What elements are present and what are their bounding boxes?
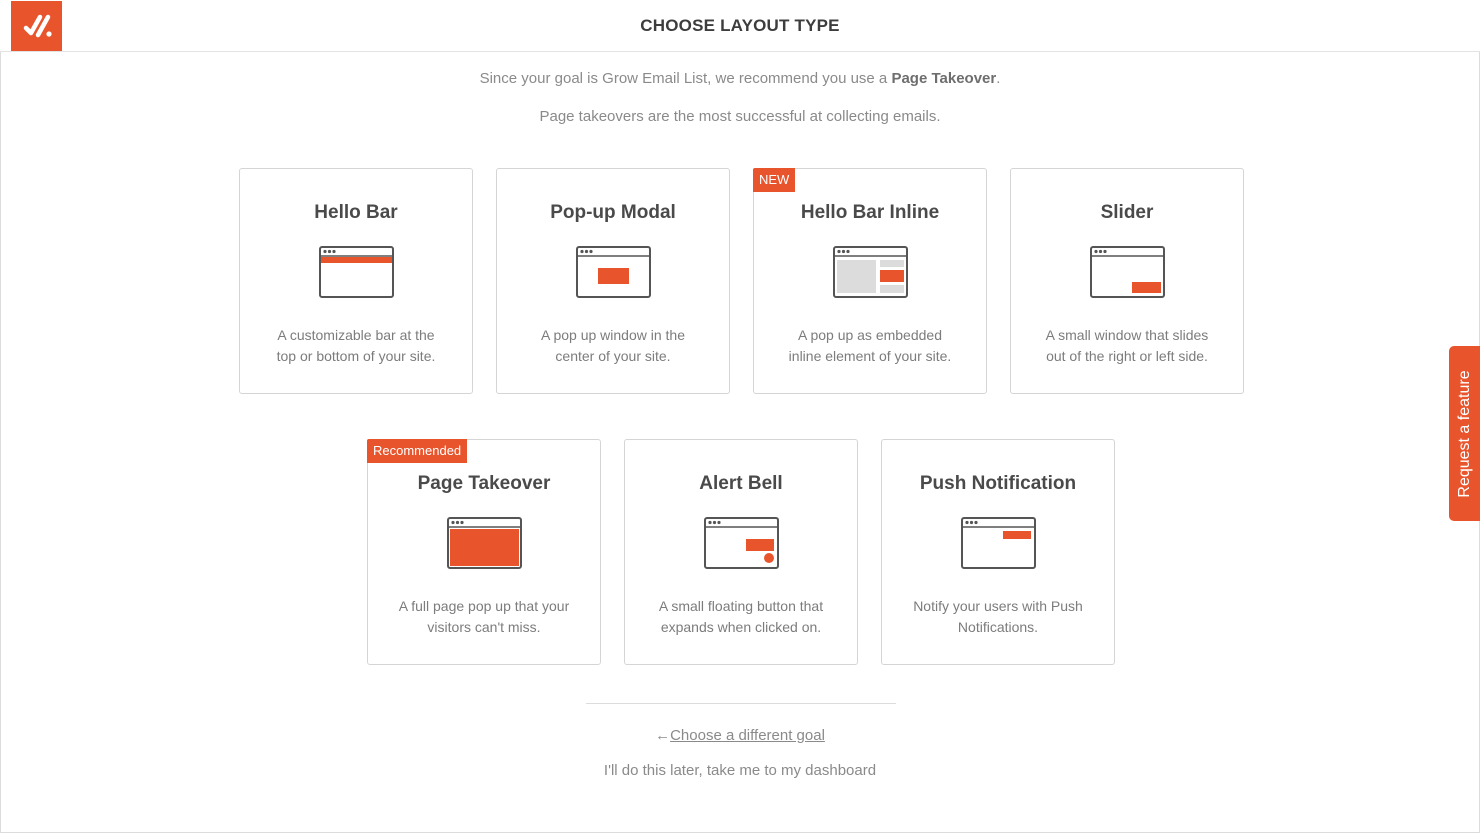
recommendation-prefix: Since your goal is Grow Email List, we r… xyxy=(479,70,892,87)
recommended-layout-name: Page Takeover xyxy=(891,70,997,87)
card-title: Alert Bell xyxy=(699,473,783,494)
card-title: Hello Bar Inline xyxy=(800,202,940,223)
card-description-line: visitors can't miss. xyxy=(427,619,541,635)
card-description-line: Notify your users with Push xyxy=(913,598,1083,614)
card-description: A small window that slides out of the rig… xyxy=(1029,325,1225,367)
alert-bell-layout-icon xyxy=(704,517,779,569)
request-feature-tab[interactable]: Request a feature xyxy=(1449,346,1480,521)
recommended-badge: Recommended xyxy=(367,439,468,463)
card-title: Slider xyxy=(1100,202,1154,223)
takeover-layout-icon xyxy=(447,517,522,569)
card-description-line: expands when clicked on. xyxy=(660,619,822,635)
card-description-line: A full page pop up that your xyxy=(398,598,570,614)
layout-card-pop-up-modal[interactable]: Pop-up Modal A pop up window in the cente… xyxy=(496,168,730,394)
choose-different-goal-label: Choose a different goal xyxy=(670,727,825,744)
card-description-line: inline element of your site. xyxy=(788,348,952,364)
new-badge: NEW xyxy=(753,168,796,192)
card-description-line: out of the right or left side. xyxy=(1046,348,1208,364)
slider-layout-icon xyxy=(1090,246,1165,298)
layout-card-hello-bar[interactable]: Hello Bar A customizable bar at the top o… xyxy=(239,168,473,394)
layout-card-page-takeover[interactable]: Recommended Page Takeover A full page po… xyxy=(367,439,601,665)
card-description-line: top or bottom of your site. xyxy=(276,348,436,364)
card-description-line: A pop up as embedded xyxy=(797,327,942,343)
skip-to-dashboard-link[interactable]: I'll do this later, take me to my dashbo… xyxy=(0,762,1480,779)
arrow-left-icon: ← xyxy=(655,727,671,744)
inline-layout-icon xyxy=(833,246,908,298)
hello-bar-layout-icon xyxy=(319,246,394,298)
layout-card-hello-bar-inline[interactable]: NEW Hello Bar Inline A pop up as embedde… xyxy=(753,168,987,394)
card-description: A small floating button that expands when… xyxy=(643,596,839,638)
page-title: CHOOSE LAYOUT TYPE xyxy=(640,16,840,35)
card-description-line: Notifications. xyxy=(957,619,1039,635)
card-description: A customizable bar at the top or bottom o… xyxy=(258,325,454,367)
layout-card-alert-bell[interactable]: Alert Bell A small floating button that e… xyxy=(624,439,858,665)
card-title: Page Takeover xyxy=(417,473,551,494)
card-description-line: A small floating button that xyxy=(658,598,824,614)
recommendation-suffix: . xyxy=(996,70,1001,87)
card-description: Notify your users with Push Notifications… xyxy=(900,596,1096,638)
card-title: Pop-up Modal xyxy=(550,202,676,223)
recommendation-text: Since your goal is Grow Email List, we r… xyxy=(0,70,1480,87)
top-bar: CHOOSE LAYOUT TYPE xyxy=(0,0,1480,52)
choose-different-goal-link[interactable]: ←Choose a different goal xyxy=(0,727,1480,744)
card-description-line: A small window that slides xyxy=(1045,327,1209,343)
recommendation-subtext: Page takeovers are the most successful a… xyxy=(539,108,941,125)
card-title: Push Notification xyxy=(919,473,1077,494)
card-description-line: A pop up window in the xyxy=(541,327,685,343)
card-description: A pop up as embedded inline element of yo… xyxy=(772,325,968,367)
card-description-line: center of your site. xyxy=(555,348,671,364)
card-description: A pop up window in the center of your sit… xyxy=(515,325,711,367)
modal-layout-icon xyxy=(576,246,651,298)
card-title: Hello Bar xyxy=(314,202,398,223)
card-description: A full page pop up that your visitors can… xyxy=(386,596,582,638)
push-notification-layout-icon xyxy=(961,517,1036,569)
request-feature-label: Request a feature xyxy=(1455,369,1473,498)
card-description-line: A customizable bar at the xyxy=(277,327,435,343)
layout-card-slider[interactable]: Slider A small window that slides out of … xyxy=(1010,168,1244,394)
footer-divider xyxy=(586,703,896,704)
layout-card-push-notification[interactable]: Push Notification Notify your users with… xyxy=(881,439,1115,665)
